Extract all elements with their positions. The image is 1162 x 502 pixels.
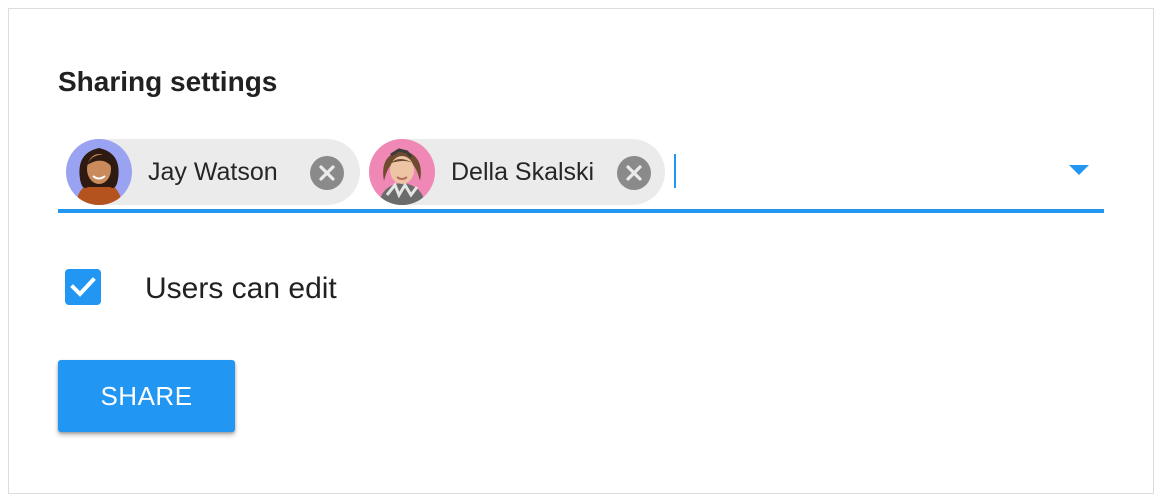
chip-label: Della Skalski bbox=[451, 158, 595, 186]
close-circle-icon[interactable] bbox=[617, 156, 651, 190]
dropdown-arrow-icon[interactable] bbox=[1064, 159, 1094, 179]
chip-label: Jay Watson bbox=[148, 158, 278, 186]
share-button[interactable]: SHARE bbox=[58, 360, 235, 432]
sharing-settings-card: Sharing settings Jay Watson Della Skalsk… bbox=[8, 8, 1154, 494]
page-title: Sharing settings bbox=[58, 66, 278, 97]
users-can-edit-checkbox[interactable] bbox=[65, 269, 101, 305]
recipients-chip-input[interactable]: Jay Watson Della Skalski bbox=[58, 137, 1104, 213]
chip-jay-watson[interactable]: Jay Watson bbox=[66, 139, 360, 205]
chip-della-skalski[interactable]: Della Skalski bbox=[369, 139, 665, 205]
avatar-della-skalski bbox=[369, 139, 435, 205]
check-icon bbox=[70, 277, 96, 297]
avatar-jay-watson bbox=[66, 139, 132, 205]
close-circle-icon[interactable] bbox=[310, 156, 344, 190]
users-can-edit-label: Users can edit bbox=[145, 272, 337, 305]
text-cursor bbox=[674, 154, 676, 188]
users-can-edit-row[interactable]: Users can edit bbox=[58, 267, 478, 317]
